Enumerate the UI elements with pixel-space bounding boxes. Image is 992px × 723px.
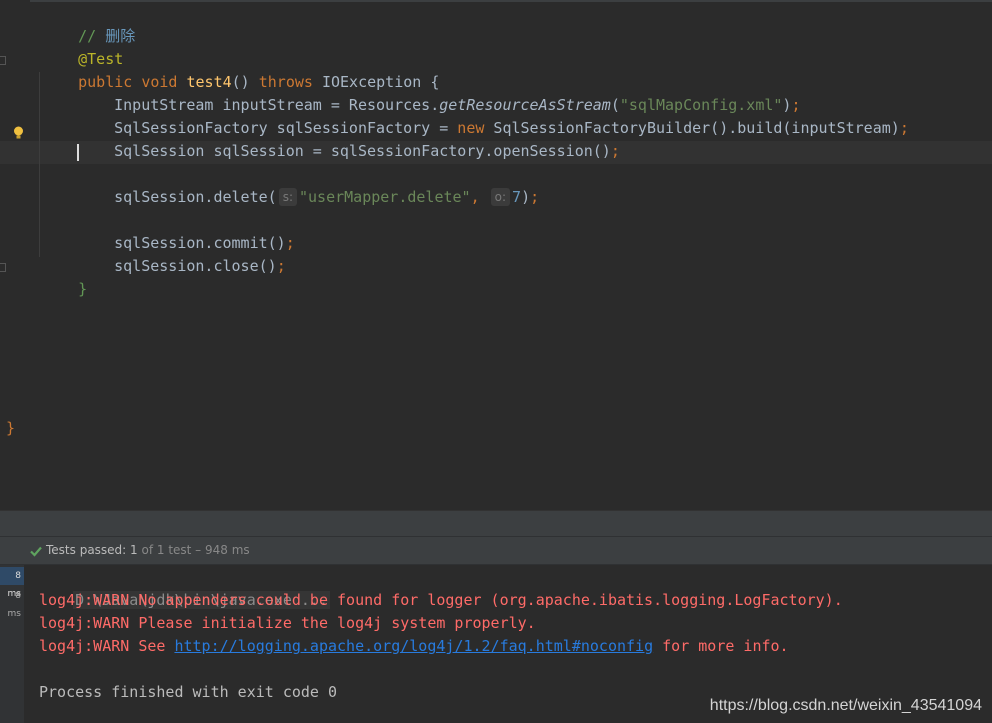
param-hint-s: s: [278, 188, 297, 206]
code-editor[interactable]: // 删除 @Test public void test4() throws I… [0, 0, 992, 510]
method-close-brace: } [78, 280, 88, 298]
code-line-comment[interactable]: // 删除 [42, 2, 135, 45]
code-line-close[interactable]: sqlSession.close(); [78, 232, 286, 275]
fold-marker-icon[interactable] [0, 56, 6, 65]
class-close-brace[interactable]: } [6, 417, 15, 440]
indent-guide [39, 72, 40, 257]
delete-id-number: 7 [512, 188, 522, 206]
test-time-tag[interactable]: 8 ms [0, 567, 24, 599]
check-icon [30, 546, 42, 557]
code-line-commit[interactable]: sqlSession.commit(); [78, 209, 295, 252]
code-line-annotation[interactable]: @Test [42, 25, 123, 68]
console-exit-line: Process finished with exit code 0 [39, 683, 338, 701]
code-line-delete[interactable]: sqlSession.delete(s: "userMapper.delete",… [78, 163, 539, 206]
code-line-session-factory[interactable]: SqlSessionFactory sqlSessionFactory = ne… [78, 94, 909, 137]
watermark: https://blog.csdn.net/weixin_43541094 [709, 697, 982, 714]
fold-end-marker-icon[interactable] [0, 263, 6, 272]
lightbulb-icon[interactable] [13, 126, 24, 140]
tests-passed-count: 1 [130, 543, 138, 557]
warn-prefix: log4j:WARN See [39, 637, 175, 655]
tests-total: of 1 test – 948 ms [137, 543, 250, 557]
delete-statement-string: "userMapper.delete" [298, 188, 471, 206]
open-session-statement: SqlSession sqlSession = sqlSessionFactor… [114, 142, 611, 160]
warn-suffix: for more info. [653, 637, 789, 655]
log4j-faq-link[interactable]: http://logging.apache.org/log4j/1.2/faq.… [174, 637, 653, 655]
text-caret [77, 144, 79, 161]
console-warn-line: log4j:WARN No appenders could be found f… [39, 591, 843, 609]
tests-passed-summary: Tests passed: 1 of 1 test – 948 ms [46, 543, 250, 557]
tests-passed-label: Tests passed: [46, 543, 131, 557]
editor-top-border [0, 0, 992, 2]
test-status-bar: Tests passed: 1 of 1 test – 948 ms [0, 536, 992, 565]
console-warn-line: log4j:WARN See http://logging.apache.org… [39, 635, 789, 658]
test-time-tag[interactable]: 8 ms [0, 587, 24, 619]
close-statement: sqlSession.close() [114, 257, 277, 275]
code-line-open-session[interactable]: SqlSession sqlSession = sqlSessionFactor… [78, 117, 620, 160]
code-line-method-close[interactable]: } [42, 255, 87, 298]
delete-call: sqlSession.delete( [114, 188, 277, 206]
console-warn-line: log4j:WARN Please initialize the log4j s… [39, 614, 536, 632]
code-line-method-signature[interactable]: public void test4() throws IOException { [42, 48, 439, 91]
console-command-line[interactable]: D:\Java\jdk\bin\java.exe ... [39, 566, 330, 609]
console-test-tree[interactable]: 8 ms 8 ms [0, 565, 24, 723]
param-hint-o: o: [490, 188, 511, 206]
code-line-input-stream[interactable]: InputStream inputStream = Resources.getR… [78, 71, 800, 114]
panel-splitter[interactable] [0, 510, 992, 536]
